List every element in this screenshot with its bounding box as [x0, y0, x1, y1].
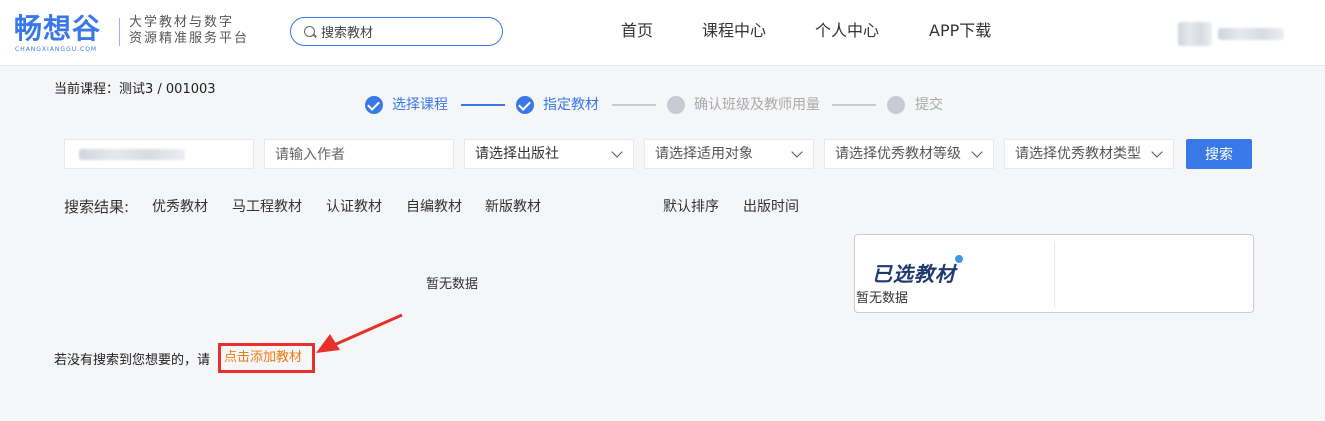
add-textbook-link[interactable]: 点击添加教材: [218, 343, 315, 373]
step-connector-2: [612, 104, 656, 106]
top-header: 畅想谷 CHANGXIANGGU.COM 大学教材与数字 资源精准服务平台 首页…: [0, 0, 1325, 66]
step-1-check-icon: [365, 96, 383, 114]
badge-dot-icon: [955, 255, 963, 263]
sort-default[interactable]: 默认排序: [663, 196, 719, 216]
results-empty: 暂无数据: [426, 277, 479, 292]
type-select[interactable]: 请选择优秀教材类型: [1004, 139, 1174, 169]
publisher-select[interactable]: 请选择出版社: [464, 139, 634, 169]
tab-self-compiled[interactable]: 自编教材: [406, 196, 462, 216]
current-course: 当前课程：测试3 / 001003: [54, 82, 216, 97]
slogan-line-1: 大学教材与数字: [129, 15, 235, 30]
avatar: [1178, 22, 1212, 46]
panel-divider: [1054, 241, 1055, 307]
chevron-down-icon: [611, 146, 623, 158]
site-logo[interactable]: 畅想谷 CHANGXIANGGU.COM: [14, 14, 114, 54]
chevron-down-icon: [971, 146, 983, 158]
step-3-dot-icon: [667, 96, 685, 114]
tab-excellent[interactable]: 优秀教材: [152, 196, 208, 216]
nav-app-download[interactable]: APP下载: [929, 21, 991, 41]
step-2-check-icon: [516, 96, 534, 114]
selected-title: 已选教材: [872, 262, 956, 286]
step-1-label: 选择课程: [392, 97, 448, 113]
type-select-value: 请选择优秀教材类型: [1015, 146, 1141, 162]
tab-marx-project[interactable]: 马工程教材: [232, 196, 302, 216]
add-hint-text: 若没有搜索到您想要的，请: [54, 353, 211, 368]
logo-subtext: CHANGXIANGGU.COM: [15, 46, 98, 53]
audience-select-value: 请选择适用对象: [655, 146, 753, 162]
step-2-label: 指定教材: [543, 97, 599, 113]
header-search-input[interactable]: [321, 22, 491, 42]
sort-publish-time[interactable]: 出版时间: [743, 196, 799, 216]
selected-textbooks-panel: 已选教材 暂无数据: [854, 234, 1254, 313]
results-label: 搜索结果:: [64, 198, 130, 216]
tab-certified[interactable]: 认证教材: [326, 196, 382, 216]
search-button[interactable]: 搜索: [1186, 139, 1252, 169]
annotation-arrow-icon: [316, 313, 403, 353]
title-filter-field[interactable]: [64, 139, 254, 169]
site-slogan: 大学教材与数字 资源精准服务平台: [129, 15, 249, 47]
search-icon: [304, 26, 315, 37]
tab-new-edition[interactable]: 新版教材: [485, 196, 541, 216]
nav-personal-center[interactable]: 个人中心: [815, 21, 879, 41]
publisher-select-value: 请选择出版社: [475, 146, 559, 162]
step-connector-3: [832, 104, 876, 106]
author-field[interactable]: [264, 139, 454, 169]
level-select-value: 请选择优秀教材等级: [835, 146, 961, 162]
step-3-label: 确认班级及教师用量: [694, 97, 820, 113]
selected-empty: 暂无数据: [856, 291, 909, 306]
step-4-label: 提交: [915, 97, 943, 113]
username-redacted: [1218, 28, 1284, 40]
user-menu[interactable]: [1178, 22, 1290, 46]
chevron-down-icon: [1151, 146, 1163, 158]
title-filter-value-redacted: [79, 149, 185, 160]
nav-home[interactable]: 首页: [621, 21, 653, 41]
logo-text: 畅想谷: [14, 12, 102, 45]
author-input[interactable]: [275, 140, 453, 168]
logo-divider: [119, 18, 120, 46]
slogan-line-2: 资源精准服务平台: [129, 31, 250, 46]
nav-course-center[interactable]: 课程中心: [702, 21, 766, 41]
chevron-down-icon: [791, 146, 803, 158]
level-select[interactable]: 请选择优秀教材等级: [824, 139, 994, 169]
header-search[interactable]: [290, 17, 503, 46]
step-4-dot-icon: [887, 96, 905, 114]
audience-select[interactable]: 请选择适用对象: [644, 139, 814, 169]
step-connector-1: [461, 104, 505, 106]
